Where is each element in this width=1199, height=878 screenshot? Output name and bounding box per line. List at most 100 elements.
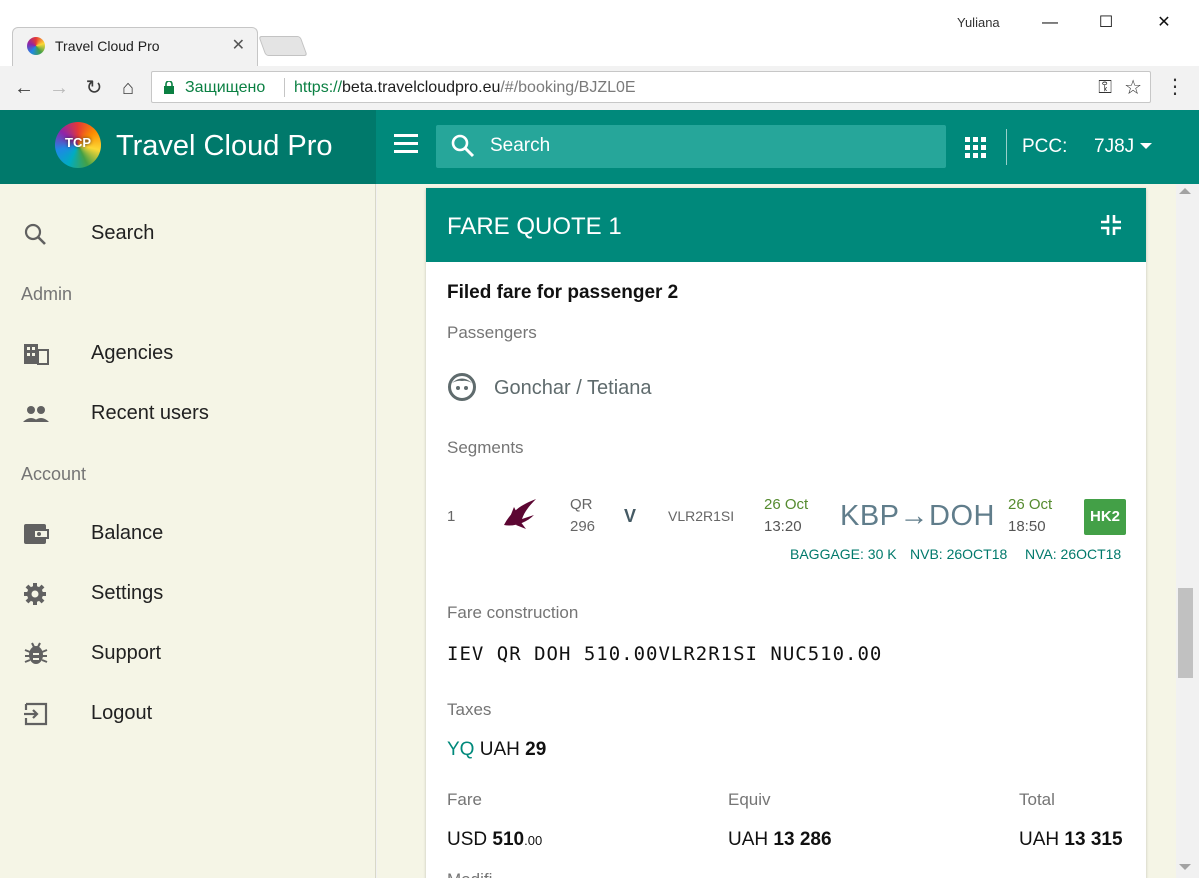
- lock-icon: [164, 81, 174, 94]
- sidebar-item-settings[interactable]: Settings: [0, 564, 376, 624]
- search-icon: [24, 223, 46, 245]
- key-icon[interactable]: ⚿: [1098, 77, 1112, 98]
- sidebar-item-balance[interactable]: Balance: [0, 504, 376, 564]
- tax-line: YQ UAH 29: [447, 739, 546, 761]
- departure-time: 13:20: [764, 518, 802, 535]
- fare-construction-label: Fare construction: [447, 603, 579, 622]
- fare-basis: VLR2R1SI: [668, 508, 735, 524]
- sidebar: Search Admin Agencies Recent users Accou…: [0, 184, 376, 878]
- section-account: Account: [21, 464, 87, 484]
- equiv-label: Equiv: [728, 790, 771, 809]
- omnibox-divider: [284, 78, 285, 97]
- url-host: beta.travelcloudpro.eu: [342, 79, 501, 96]
- sidebar-item-label: Search: [91, 222, 155, 244]
- airline-code: QR: [570, 496, 593, 513]
- secure-label: Защищено: [185, 79, 266, 96]
- sidebar-item-recent-users[interactable]: Recent users: [0, 384, 376, 444]
- reload-icon[interactable]: ↻: [80, 74, 108, 102]
- minimize-icon[interactable]: —: [1027, 8, 1073, 38]
- fare-amount: USD 510.00: [447, 829, 542, 851]
- building-icon: [24, 344, 49, 365]
- home-icon[interactable]: ⌂: [114, 74, 142, 102]
- forward-arrow-icon[interactable]: →: [45, 74, 73, 102]
- sidebar-item-label: Recent users: [91, 402, 209, 424]
- wallet-icon: [24, 524, 49, 544]
- collapse-icon[interactable]: [1100, 214, 1122, 236]
- url-path: /#/booking/BJZL0E: [500, 79, 636, 96]
- sidebar-item-logout[interactable]: Logout: [0, 684, 376, 744]
- new-tab-button[interactable]: [258, 36, 308, 56]
- fare-currency: USD: [447, 829, 488, 850]
- apps-grid-icon[interactable]: [965, 137, 986, 158]
- child-face-icon: [448, 373, 476, 401]
- pcc-label: PCC:: [1022, 136, 1068, 157]
- arrival-date: 26 Oct: [1008, 496, 1053, 513]
- app-header: TCP Travel Cloud Pro PCC: 7J8J: [0, 110, 1199, 184]
- passengers-label: Passengers: [447, 323, 537, 342]
- browser-tab[interactable]: Travel Cloud Pro ✕: [12, 27, 258, 66]
- fare-construction: IEV QR DOH 510.00VLR2R1SI NUC510.00: [447, 643, 883, 665]
- scroll-thumb[interactable]: [1178, 588, 1193, 678]
- tab-close-icon[interactable]: ✕: [232, 35, 245, 55]
- fare-value: 510: [492, 829, 525, 850]
- passenger-name: Gonchar / Tetiana: [494, 377, 652, 399]
- brand[interactable]: TCP Travel Cloud Pro: [0, 110, 376, 184]
- airline-logo-icon: [504, 499, 536, 529]
- sidebar-item-support[interactable]: Support: [0, 624, 376, 684]
- header-divider: [1006, 129, 1007, 165]
- pcc-select[interactable]: 7J8J: [1094, 136, 1134, 158]
- baggage-info: BAGGAGE: 30 K: [790, 546, 897, 562]
- segment-number: 1: [447, 508, 456, 525]
- browser-toolbar: ← → ↻ ⌂ Защищено https://beta.travelclou…: [0, 66, 1199, 110]
- window-user-name: Yuliana: [957, 15, 1000, 30]
- search-input[interactable]: [490, 130, 910, 162]
- arrival-time: 18:50: [1008, 518, 1046, 535]
- address-bar[interactable]: Защищено https://beta.travelcloudpro.eu/…: [151, 71, 1151, 103]
- section-admin: Admin: [21, 284, 73, 304]
- sidebar-item-label: Logout: [91, 702, 153, 724]
- people-icon: [23, 406, 49, 422]
- bookmark-star-icon[interactable]: ☆: [1124, 75, 1142, 100]
- favicon-icon: [27, 37, 45, 55]
- segments-label: Segments: [447, 438, 524, 457]
- gear-icon: [24, 583, 46, 605]
- brand-logo-text: TCP: [65, 135, 91, 150]
- maximize-icon[interactable]: ☐: [1083, 8, 1129, 38]
- equiv-currency: UAH: [728, 829, 769, 850]
- chevron-down-icon[interactable]: [1140, 143, 1152, 149]
- sidebar-item-label: Balance: [91, 522, 164, 544]
- scroll-down-icon[interactable]: [1179, 864, 1191, 870]
- url-text[interactable]: https://beta.travelcloudpro.eu/#/booking…: [294, 79, 636, 97]
- route: KBP→DOH: [840, 500, 995, 532]
- sidebar-item-label: Settings: [91, 582, 164, 604]
- total-label: Total: [1019, 790, 1055, 809]
- tab-strip: Travel Cloud Pro ✕ Yuliana — ☐ ✕: [0, 0, 1199, 66]
- sidebar-item-search[interactable]: Search: [0, 204, 376, 264]
- equiv-value: 13 286: [773, 829, 832, 850]
- url-scheme: https://: [294, 79, 343, 96]
- fare-label: Fare: [447, 790, 482, 809]
- header-search[interactable]: [436, 125, 946, 168]
- tax-amount: 29: [525, 739, 547, 760]
- back-arrow-icon[interactable]: ←: [10, 74, 38, 102]
- status-badge: HK2: [1084, 499, 1126, 535]
- flight-number: 296: [570, 518, 596, 535]
- sidebar-item-label: Support: [91, 642, 162, 664]
- scroll-up-icon[interactable]: [1179, 188, 1191, 194]
- menu-hamburger-icon[interactable]: [394, 134, 418, 158]
- total-value: 13 315: [1064, 829, 1123, 850]
- close-window-icon[interactable]: ✕: [1141, 8, 1187, 38]
- nvb-info: NVB: 26OCT18: [910, 546, 1008, 562]
- fare-quote-title: FARE QUOTE 1: [447, 213, 622, 240]
- tax-currency: UAH: [479, 739, 520, 760]
- sidebar-item-agencies[interactable]: Agencies: [0, 324, 376, 384]
- total-currency: UAH: [1019, 829, 1060, 850]
- brand-logo: TCP: [55, 122, 101, 168]
- taxes-label: Taxes: [447, 700, 492, 719]
- page-scrollbar[interactable]: [1176, 184, 1199, 878]
- equiv-amount: UAH 13 286: [728, 829, 832, 851]
- browser-menu-icon[interactable]: ⋮: [1164, 74, 1186, 102]
- total-amount: UAH 13 315: [1019, 829, 1123, 851]
- tax-code: YQ: [447, 739, 475, 760]
- browser-chrome: Travel Cloud Pro ✕ Yuliana — ☐ ✕ ← → ↻ ⌂…: [0, 0, 1199, 110]
